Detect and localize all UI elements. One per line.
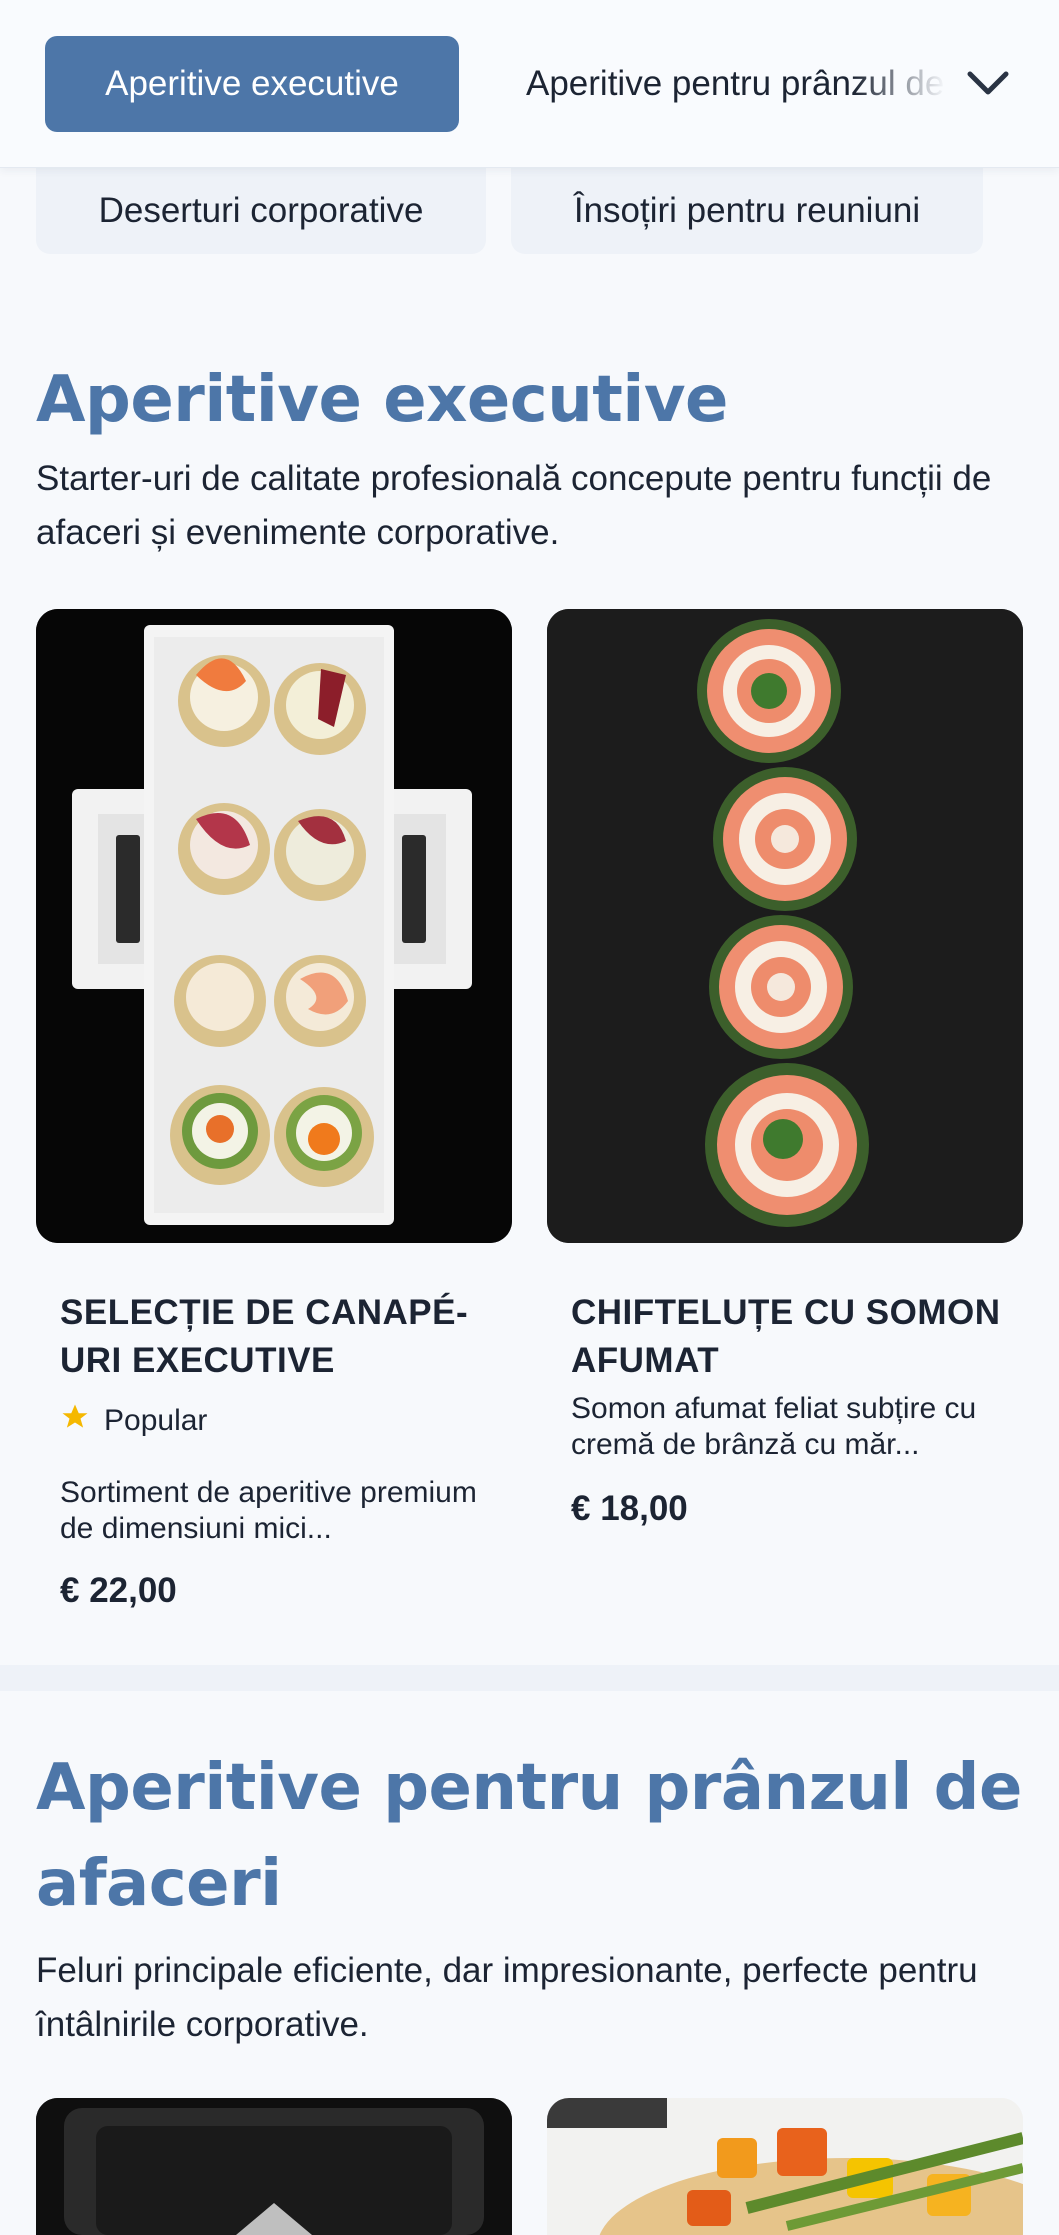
category-chip-meetings[interactable]: Însoțiri pentru reuniuni [511,168,983,254]
menu-item-card[interactable] [547,2098,1023,2235]
category-row-2: Deserturi corporative Însoțiri pentru re… [0,168,1059,254]
section-divider [0,1665,1059,1691]
item-description: Sortiment de aperitive premium de dimens… [60,1476,477,1545]
chevron-down-icon[interactable] [958,58,1018,110]
dish-image [36,2098,512,2235]
category-chip-desserts[interactable]: Deserturi corporative [36,168,486,254]
badge-label: Popular [104,1404,208,1437]
menu-item-card[interactable] [36,2098,512,2235]
menu-item-card[interactable]: Chifteluțe cu somon afumat Somon afumat … [547,609,1023,1609]
dish-image [547,2098,1023,2235]
canape-image [36,609,512,1243]
category-chip[interactable]: Aperitive pentru prânzul de afaceri [526,36,946,132]
salmon-roll-image [547,609,1023,1243]
section-title: Aperitive executive [36,363,728,437]
category-nav: Aperitive executive Aperitive pentru prâ… [0,0,1059,168]
item-description: Somon afumat feliat subțire cu cremă de … [571,1392,977,1461]
category-chip-active[interactable]: Aperitive executive [45,36,459,132]
section-description: Feluri principale eficiente, dar impresi… [36,1951,978,2044]
section-description: Starter-uri de calitate profesională con… [36,459,992,552]
item-title: Chifteluțe cu somon afumat [571,1293,1001,1380]
popular-badge: Popular [60,1402,207,1440]
section-title: Aperitive pentru prânzul de afaceri [36,1751,1022,1921]
item-price: € 22,00 [60,1571,177,1610]
item-price: € 18,00 [571,1489,688,1528]
item-title: Selecție de canapé-uri executive [60,1293,469,1380]
menu-item-card[interactable]: Selecție de canapé-uri executive Popular… [36,609,512,1629]
star-icon [60,1402,90,1440]
